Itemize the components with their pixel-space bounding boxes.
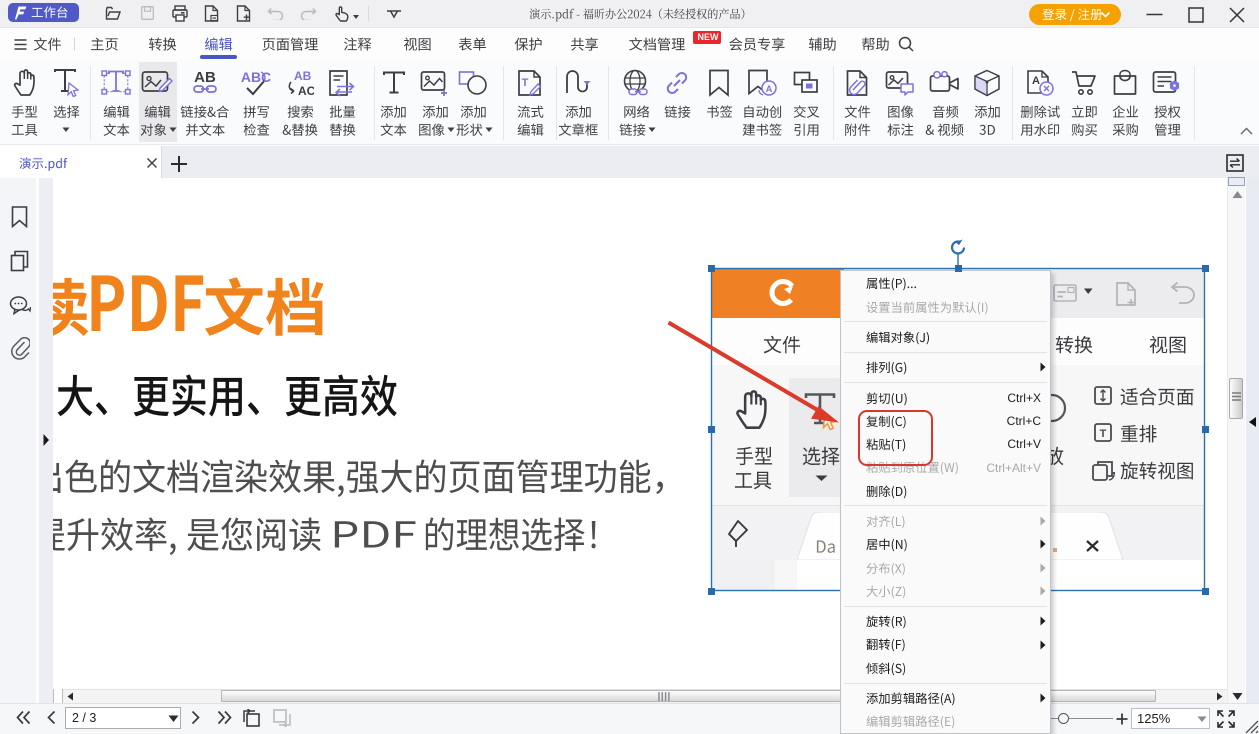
- svg-text:ABC: ABC: [241, 70, 271, 85]
- svg-text:AB: AB: [194, 70, 216, 86]
- svg-text:A: A: [1032, 75, 1040, 87]
- svg-text:A: A: [766, 84, 773, 94]
- svg-text:AC: AC: [298, 84, 314, 97]
- svg-text:T: T: [522, 77, 529, 89]
- svg-text:AB: AB: [294, 70, 312, 83]
